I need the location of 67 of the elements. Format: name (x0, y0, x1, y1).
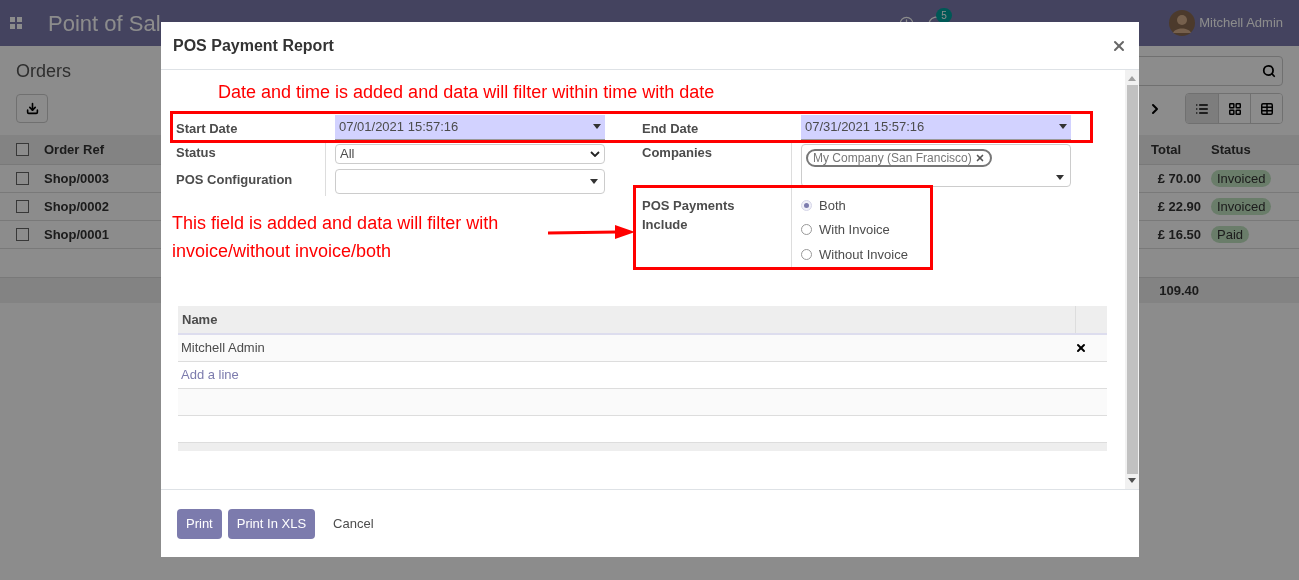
radio-label[interactable]: Without Invoice (819, 244, 908, 264)
row-checkbox[interactable] (16, 172, 29, 185)
delete-icon[interactable] (1075, 342, 1087, 354)
field-label: Start Date (176, 121, 238, 137)
radio-label[interactable]: Both (819, 195, 846, 215)
status-badge: Invoiced (1211, 169, 1272, 187)
scroll-down-icon[interactable] (1128, 478, 1136, 484)
user-name[interactable]: Mitchell Admin (1199, 13, 1283, 33)
table-cell-text: £ 70.00 (1156, 169, 1202, 188)
total-sum: 109.40 (1158, 281, 1200, 300)
status-select[interactable]: All (335, 144, 605, 164)
chevron-icon (590, 151, 600, 157)
field-label: End Date (642, 121, 699, 137)
field-label: Companies (642, 145, 713, 160)
grid-icon (1227, 101, 1242, 116)
apps-icon[interactable] (10, 17, 22, 29)
column-header[interactable]: Status (1205, 139, 1299, 160)
app-title: Point of Sal (48, 9, 161, 38)
caret-icon (593, 124, 601, 129)
caret-icon (1059, 124, 1067, 129)
status-badge: Invoiced (1211, 197, 1272, 215)
table-cell-text: Mitchell Admin (180, 339, 266, 358)
pos-configuration-field[interactable] (335, 169, 605, 194)
caret-icon (590, 179, 598, 184)
table-cell-text: £ 22.90 (1156, 197, 1202, 216)
scroll-up-icon[interactable] (1128, 75, 1136, 81)
print-button[interactable]: Print (177, 508, 222, 539)
message-count-badge: 5 (936, 7, 952, 23)
view-switch-button[interactable] (1186, 94, 1218, 123)
table-icon (1259, 101, 1274, 116)
date-field[interactable]: 07/31/2021 15:57:16 (801, 114, 1071, 140)
annotation-note: This field is added and data will filter with invoice/without invoice/both (172, 212, 500, 263)
annotation-note: Date and time is added and data will filter within time with date (218, 81, 716, 103)
row-checkbox[interactable] (16, 228, 29, 241)
view-switch-button[interactable] (1250, 94, 1282, 123)
field-label: POS Configuration (176, 172, 293, 187)
download-button[interactable] (16, 94, 48, 123)
radio-button[interactable] (801, 224, 812, 236)
search-icon (1262, 64, 1276, 78)
avatar[interactable] (1169, 10, 1196, 36)
dialog-title: POS Payment Report (173, 35, 334, 56)
status-badge: Paid (1211, 225, 1250, 243)
scrollbar[interactable] (1125, 70, 1139, 489)
table-cell-text: Shop/0003 (43, 169, 111, 188)
caret-icon (1056, 175, 1064, 180)
cancel-button[interactable]: Cancel (324, 508, 383, 539)
row-checkbox[interactable] (16, 200, 29, 213)
column-header: Name (181, 310, 219, 329)
company-tag: My Company (San Francisco) (806, 149, 992, 167)
add-line-link[interactable]: Add a line (181, 365, 239, 385)
field-label: POS Payments Include (642, 197, 736, 234)
select-all-checkbox[interactable] (16, 143, 29, 156)
table-cell-text: Shop/0001 (43, 225, 111, 244)
date-field[interactable]: 07/01/2021 15:57:16 (335, 114, 605, 140)
companies-field[interactable]: My Company (San Francisco) (801, 144, 1071, 187)
column-header[interactable]: Order Ref (38, 139, 150, 160)
list-icon (1195, 101, 1209, 116)
table-cell-text: Shop/0002 (43, 197, 111, 216)
column-header[interactable]: Total (1145, 139, 1205, 160)
print-button[interactable]: Print In XLS (227, 508, 316, 539)
download-icon (25, 102, 39, 115)
page-title: Orders (16, 59, 71, 83)
radio-label[interactable]: With Invoice (819, 220, 890, 240)
table-cell-text: £ 16.50 (1156, 225, 1202, 244)
remove-icon[interactable] (974, 153, 985, 163)
radio-button[interactable] (801, 248, 812, 260)
field-label: Status (176, 145, 216, 160)
